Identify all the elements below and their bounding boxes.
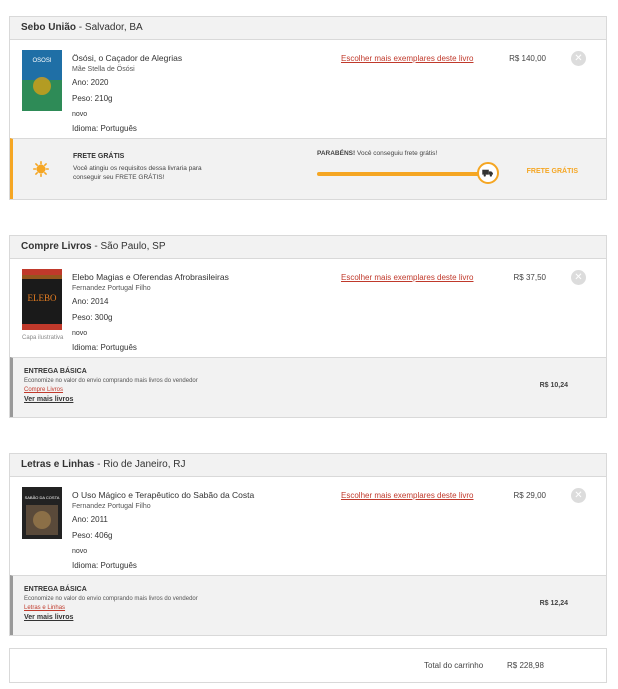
congrats-text: Você conseguiu frete grátis! xyxy=(355,150,438,157)
book-title[interactable]: Ösósi, o Caçador de Alegrias xyxy=(72,54,182,63)
free-shipping-title: FRETE GRÁTIS xyxy=(73,153,125,160)
book-cover[interactable]: OSOSI xyxy=(22,50,62,111)
free-shipping-description: Você atingiu os requisitos dessa livrari… xyxy=(73,165,202,181)
book-info: Ösósi, o Caçador de Alegrias Mãe Stella … xyxy=(72,54,182,140)
book-condition: novo xyxy=(72,330,88,337)
seller-block-compre-livros: Compre Livros - São Paulo, SP ELEBO Capa… xyxy=(9,235,607,418)
seller-location: - São Paulo, SP xyxy=(91,241,166,252)
seller-link[interactable]: Letras e Linhas xyxy=(24,605,65,611)
book-condition: novo xyxy=(72,111,88,118)
see-more-books-link[interactable]: Ver mais livros xyxy=(24,396,73,403)
basic-shipping-panel: ENTREGA BÁSICA Economize no valor do env… xyxy=(10,357,606,417)
seller-name: Compre Livros xyxy=(21,241,92,252)
basic-shipping-title: ENTREGA BÁSICA xyxy=(24,586,87,593)
svg-text:OSOSI: OSOSI xyxy=(32,58,51,64)
book-cover[interactable]: ELEBO xyxy=(22,269,62,330)
seller-name: Letras e Linhas xyxy=(21,459,95,470)
book-language: Idioma: Português xyxy=(72,561,137,570)
item-price: R$ 140,00 xyxy=(509,54,546,63)
free-shipping-label: FRETE GRÁTIS xyxy=(526,168,578,175)
svg-text:SABÃO DA COSTA: SABÃO DA COSTA xyxy=(25,495,60,500)
remove-item-close-icon[interactable]: ✕ xyxy=(571,270,586,285)
free-shipping-congrats: PARABÉNS! Você conseguiu frete grátis! xyxy=(317,150,437,157)
choose-more-copies-link[interactable]: Escolher mais exemplares deste livro xyxy=(341,273,474,282)
book-weight: Peso: 406g xyxy=(72,531,113,540)
sun-badge-icon xyxy=(33,161,49,177)
book-condition: novo xyxy=(72,548,88,555)
book-title[interactable]: Elebo Magias e Oferendas Afrobrasileiras xyxy=(72,273,229,282)
see-more-books-link[interactable]: Ver mais livros xyxy=(24,614,73,621)
book-info: O Uso Mágico e Terapêutico do Sabão da C… xyxy=(72,491,254,577)
cart-item: SABÃO DA COSTA O Uso Mágico e Terapêutic… xyxy=(10,477,606,575)
basic-shipping-panel: ENTREGA BÁSICA Economize no valor do env… xyxy=(10,575,606,635)
shipping-price: R$ 12,24 xyxy=(539,600,568,607)
free-shipping-panel: FRETE GRÁTIS Você atingiu os requisitos … xyxy=(10,138,606,199)
truck-icon xyxy=(477,162,499,184)
book-language: Idioma: Português xyxy=(72,124,137,133)
book-language: Idioma: Português xyxy=(72,343,137,352)
seller-location: - Salvador, BA xyxy=(76,22,143,33)
seller-name: Sebo União xyxy=(21,22,77,33)
remove-item-close-icon[interactable]: ✕ xyxy=(571,488,586,503)
free-shipping-progress-bar xyxy=(317,172,485,176)
book-author: Mãe Stella de Ösósi xyxy=(72,66,135,73)
basic-shipping-description: Economize no valor do envio comprando ma… xyxy=(24,596,198,602)
cover-caption: Capa ilustrativa xyxy=(22,335,64,341)
congrats-bold: PARABÉNS! xyxy=(317,150,356,157)
item-price: R$ 29,00 xyxy=(513,491,546,500)
svg-text:ELEBO: ELEBO xyxy=(28,293,57,303)
choose-more-copies-link[interactable]: Escolher mais exemplares deste livro xyxy=(341,491,474,500)
cart-item: ELEBO Capa ilustrativa Elebo Magias e Of… xyxy=(10,259,606,357)
seller-header: Sebo União - Salvador, BA xyxy=(10,17,606,40)
cart-total-value: R$ 228,98 xyxy=(507,661,544,670)
seller-header: Letras e Linhas - Rio de Janeiro, RJ xyxy=(10,454,606,477)
book-info: Elebo Magias e Oferendas Afrobrasileiras… xyxy=(72,273,229,359)
book-weight: Peso: 300g xyxy=(72,313,113,322)
book-author: Fernandez Portugal Filho xyxy=(72,503,151,510)
seller-block-sebo-uniao: Sebo União - Salvador, BA OSOSI Ösósi, o… xyxy=(9,16,607,200)
basic-shipping-description: Economize no valor do envio comprando ma… xyxy=(24,378,198,384)
remove-item-close-icon[interactable]: ✕ xyxy=(571,51,586,66)
shipping-price: R$ 10,24 xyxy=(539,382,568,389)
book-cover[interactable]: SABÃO DA COSTA xyxy=(22,487,62,548)
seller-block-letras-e-linhas: Letras e Linhas - Rio de Janeiro, RJ SAB… xyxy=(9,453,607,636)
book-title[interactable]: O Uso Mágico e Terapêutico do Sabão da C… xyxy=(72,491,254,500)
item-price: R$ 37,50 xyxy=(513,273,546,282)
seller-header: Compre Livros - São Paulo, SP xyxy=(10,236,606,259)
basic-shipping-title: ENTREGA BÁSICA xyxy=(24,368,87,375)
book-author: Fernandez Portugal Filho xyxy=(72,285,151,292)
book-weight: Peso: 210g xyxy=(72,94,113,103)
seller-link[interactable]: Compre Livros xyxy=(24,387,63,393)
choose-more-copies-link[interactable]: Escolher mais exemplares deste livro xyxy=(341,54,474,63)
seller-location: - Rio de Janeiro, RJ xyxy=(94,459,186,470)
cart-total-label: Total do carrinho xyxy=(424,661,484,670)
book-year: Ano: 2011 xyxy=(72,515,108,524)
cart-total-bar: Total do carrinho R$ 228,98 xyxy=(9,648,607,683)
cart-item: OSOSI Ösósi, o Caçador de Alegrias Mãe S… xyxy=(10,40,606,138)
book-year: Ano: 2020 xyxy=(72,78,109,87)
book-year: Ano: 2014 xyxy=(72,297,109,306)
